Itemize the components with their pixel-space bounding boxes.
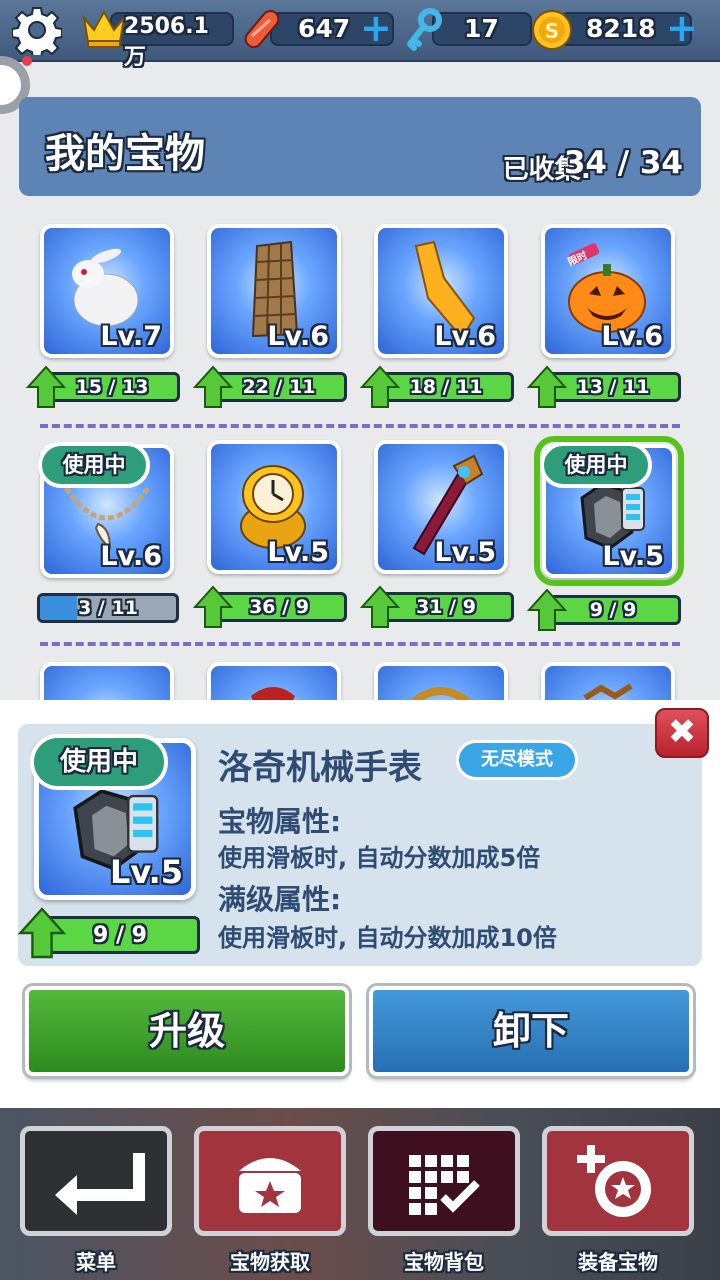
treasure-card[interactable] — [541, 662, 675, 700]
treasure-level: Lv.7 — [100, 321, 162, 352]
treasure-level: Lv.6 — [434, 321, 496, 352]
notification-dot — [22, 56, 32, 66]
mode-badge: 无尽模式 — [456, 740, 578, 780]
coin-icon: S — [532, 10, 572, 50]
chest-icon — [239, 1158, 301, 1213]
collected-value: 34 / 34 — [563, 145, 683, 181]
upgrade-arrow-icon — [26, 365, 66, 408]
crown-icon — [82, 9, 126, 48]
row-divider — [40, 424, 680, 428]
max-attribute-text: 使用滑板时, 自动分数加成10倍 — [218, 924, 557, 952]
key-value: 17 — [464, 14, 499, 43]
upgrade-arrow-icon — [193, 585, 233, 628]
upgrade-arrow-icon — [360, 585, 400, 628]
row-divider — [40, 642, 680, 646]
nav-menu-button[interactable] — [20, 1126, 172, 1236]
crown-value: 2506.1万 — [124, 14, 209, 70]
resource-bar: 2506.1万 647 + 17 S 8218 + — [0, 0, 720, 70]
nav-get-treasure-label: 宝物获取 — [230, 1250, 310, 1274]
attribute-text: 使用滑板时, 自动分数加成5倍 — [218, 844, 541, 872]
treasure-art-icon — [583, 683, 633, 700]
detail-level: Lv.5 — [109, 853, 183, 891]
upgrade-button[interactable]: 升级 — [25, 986, 349, 1076]
treasure-card[interactable] — [40, 662, 174, 700]
upgrade-arrow-icon — [527, 588, 567, 631]
treasure-card-pumpkin[interactable]: 限时 Lv.6 — [541, 224, 675, 358]
treasure-level: Lv.5 — [602, 541, 664, 572]
treasure-card[interactable] — [374, 662, 508, 700]
nav-equip-label: 装备宝物 — [578, 1250, 658, 1274]
skateboard-icon — [244, 10, 280, 48]
nav-menu-label: 菜单 — [76, 1250, 116, 1274]
treasure-level: Lv.6 — [601, 321, 663, 352]
treasure-art-icon — [411, 687, 471, 700]
nav-equip-button[interactable] — [542, 1126, 694, 1236]
treasure-level: Lv.5 — [267, 537, 329, 568]
svg-text:S: S — [545, 19, 559, 43]
treasure-level: Lv.6 — [267, 321, 329, 352]
grid-check-icon — [409, 1155, 480, 1215]
skateboard-value: 647 — [298, 14, 351, 43]
nav-get-treasure-button[interactable] — [194, 1126, 346, 1236]
close-button[interactable]: ✖ — [655, 708, 709, 758]
treasure-card-wand[interactable]: Lv.5 — [374, 440, 508, 574]
treasure-level: Lv.6 — [100, 541, 162, 572]
treasure-card-ring[interactable]: Lv.5 — [207, 440, 341, 574]
attribute-label: 宝物属性: — [218, 805, 342, 838]
coin-value: 8218 — [586, 14, 656, 43]
upgrade-arrow-icon — [360, 365, 400, 408]
crown-resource: 2506.1万 — [80, 9, 234, 70]
page-title: 我的宝物 — [45, 131, 205, 177]
add-skateboard-button[interactable]: + — [360, 6, 392, 50]
key-icon — [407, 8, 442, 51]
nav-backpack-button[interactable] — [368, 1126, 520, 1236]
detail-box: Lv.5 使用中 9 / 9 洛奇机械手表 无尽模式 宝物属性: 使用滑板时, … — [18, 724, 702, 966]
treasure-grid: Lv.7 15 / 13 Lv.6 22 / 11 Lv.6 18 / 11 限… — [0, 200, 720, 700]
gear-icon[interactable] — [12, 5, 62, 55]
treasure-header: 我的宝物 已收集: 34 / 34 — [19, 97, 701, 196]
in-use-badge: 使用中 — [38, 442, 150, 488]
treasure-card[interactable] — [207, 662, 341, 700]
skateboard-resource: 647 + — [240, 6, 400, 50]
bottom-nav: 菜单 宝物获取 宝物背包 装备宝物 — [0, 1108, 720, 1280]
treasure-art-icon — [251, 687, 295, 700]
treasure-card-rabbit[interactable]: Lv.7 — [40, 224, 174, 358]
max-attribute-label: 满级属性: — [218, 883, 342, 916]
key-resource: 17 — [404, 8, 532, 51]
treasure-name: 洛奇机械手表 — [218, 748, 422, 788]
coin-resource: S 8218 + — [530, 6, 700, 50]
upgrade-arrow-icon — [18, 907, 66, 959]
upgrade-arrow-icon — [193, 365, 233, 408]
treasure-card-board[interactable]: Lv.6 — [374, 224, 508, 358]
equip-icon — [577, 1145, 651, 1217]
nav-backpack-label: 宝物背包 — [404, 1250, 484, 1274]
unequip-button[interactable]: 卸下 — [369, 986, 693, 1076]
detail-in-use-badge: 使用中 — [30, 734, 168, 790]
return-icon — [55, 1153, 145, 1215]
add-coin-button[interactable]: + — [666, 6, 698, 50]
treasure-card-building[interactable]: Lv.6 — [207, 224, 341, 358]
treasure-level: Lv.5 — [434, 537, 496, 568]
in-use-badge: 使用中 — [540, 442, 652, 488]
treasure-progress: 3 / 11 — [37, 593, 179, 623]
treasure-detail-panel: Lv.5 使用中 9 / 9 洛奇机械手表 无尽模式 宝物属性: 使用滑板时, … — [0, 700, 720, 1108]
upgrade-arrow-icon — [527, 365, 567, 408]
